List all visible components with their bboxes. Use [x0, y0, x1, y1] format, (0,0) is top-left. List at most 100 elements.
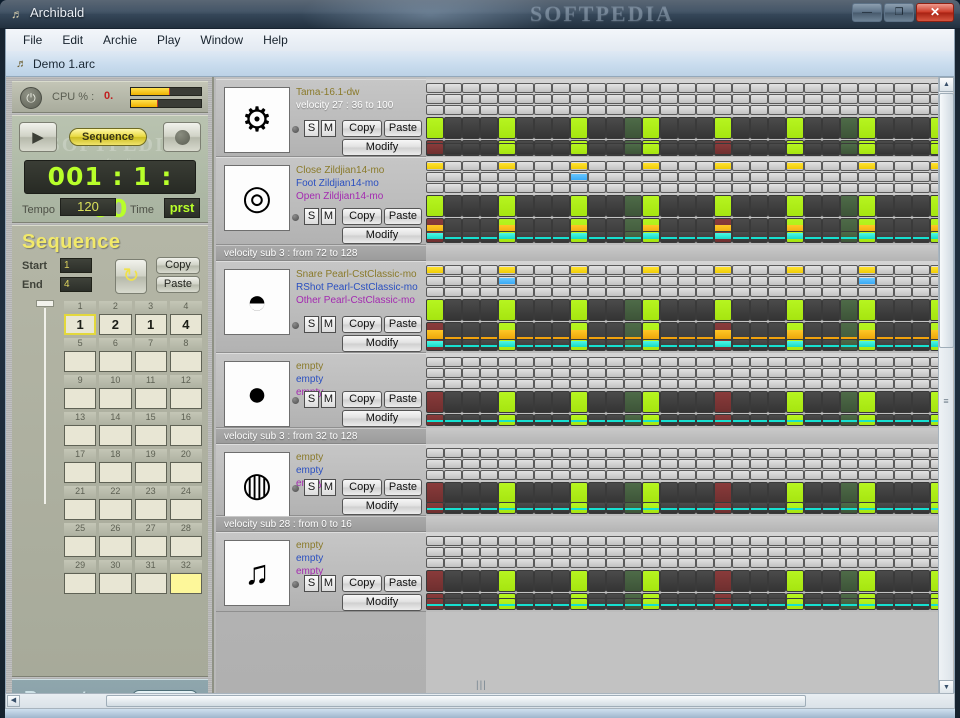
grid-cell[interactable]: [624, 482, 642, 504]
grid-cell[interactable]: [642, 172, 660, 182]
grid-cell[interactable]: [498, 357, 516, 367]
vertical-scrollbar[interactable]: ▲ ≡ ▼: [938, 77, 954, 695]
grid-cell[interactable]: [516, 265, 534, 275]
grid-cell[interactable]: [678, 357, 696, 367]
pattern-slot[interactable]: [134, 499, 167, 520]
grid-cell[interactable]: [858, 459, 876, 469]
grid-cell[interactable]: [750, 482, 768, 504]
grid-cell[interactable]: [822, 161, 840, 171]
grid-cell[interactable]: [588, 379, 606, 389]
grid-cell[interactable]: [876, 459, 894, 469]
grid-cell[interactable]: [588, 94, 606, 104]
grid-cell[interactable]: [480, 195, 498, 217]
grid-cell[interactable]: [678, 570, 696, 592]
grid-cell[interactable]: [840, 357, 858, 367]
grid-cell[interactable]: [552, 117, 570, 139]
grid-cell[interactable]: [678, 368, 696, 378]
sequence-slider-knob[interactable]: [36, 300, 54, 307]
grid-cell[interactable]: [642, 195, 660, 217]
grid-cell[interactable]: [732, 414, 750, 426]
grid-cell[interactable]: [606, 547, 624, 557]
grid-cell[interactable]: [534, 502, 552, 514]
grid-cell[interactable]: [624, 391, 642, 413]
grid-cell[interactable]: [606, 536, 624, 546]
grid-cell[interactable]: [588, 143, 606, 155]
grid-cell[interactable]: [894, 482, 912, 504]
grid-cell[interactable]: [588, 172, 606, 182]
grid-cell[interactable]: [894, 391, 912, 413]
grid-cell[interactable]: [786, 448, 804, 458]
grid-cell[interactable]: [606, 299, 624, 321]
grid-cell[interactable]: [732, 391, 750, 413]
grid-cell[interactable]: [678, 276, 696, 286]
grid-cell[interactable]: [786, 161, 804, 171]
grid-cell[interactable]: [462, 172, 480, 182]
grid-cell[interactable]: [804, 482, 822, 504]
grid-cell[interactable]: [426, 379, 444, 389]
grid-cell[interactable]: [822, 379, 840, 389]
grid-cell[interactable]: [660, 357, 678, 367]
grid-cell[interactable]: [750, 172, 768, 182]
grid-cell[interactable]: [570, 265, 588, 275]
grid-cell[interactable]: [552, 265, 570, 275]
grid-cell[interactable]: [606, 391, 624, 413]
grid-cell[interactable]: [858, 117, 876, 139]
grid-cell[interactable]: [858, 161, 876, 171]
pattern-slot[interactable]: [169, 499, 202, 520]
sequence-slider-track[interactable]: [44, 308, 46, 504]
grid-cell[interactable]: [588, 265, 606, 275]
scroll-left-button[interactable]: ◀: [7, 695, 20, 707]
grid-cell[interactable]: [624, 368, 642, 378]
grid-cell[interactable]: [444, 357, 462, 367]
instrument-modify-button[interactable]: Modify: [342, 227, 422, 244]
grid-cell[interactable]: [732, 276, 750, 286]
grid-cell[interactable]: [516, 161, 534, 171]
instrument-modify-button[interactable]: Modify: [342, 335, 422, 352]
grid-cell[interactable]: [588, 470, 606, 480]
grid-cell[interactable]: [552, 470, 570, 480]
grid-cell[interactable]: [804, 94, 822, 104]
grid-cell[interactable]: [840, 172, 858, 182]
grid-cell[interactable]: [876, 547, 894, 557]
grid-cell[interactable]: [678, 339, 696, 351]
grid-cell[interactable]: [876, 195, 894, 217]
grid-cell[interactable]: [462, 391, 480, 413]
grid-cell[interactable]: [642, 482, 660, 504]
grid-cell[interactable]: [750, 339, 768, 351]
grid-cell[interactable]: [552, 357, 570, 367]
grid-cell[interactable]: [534, 117, 552, 139]
grid-cell[interactable]: [462, 368, 480, 378]
grid-cell[interactable]: [462, 448, 480, 458]
grid-cell[interactable]: [912, 558, 930, 568]
grid-cell[interactable]: [750, 105, 768, 115]
grid-cell[interactable]: [570, 276, 588, 286]
grid-cell[interactable]: [840, 570, 858, 592]
grid-cell[interactable]: [426, 414, 444, 426]
grid-cell[interactable]: [912, 368, 930, 378]
grid-cell[interactable]: [606, 231, 624, 243]
grid-cell[interactable]: [444, 570, 462, 592]
grid-cell[interactable]: [642, 339, 660, 351]
grid-cell[interactable]: [876, 287, 894, 297]
grid-cell[interactable]: [426, 357, 444, 367]
grid-cell[interactable]: [552, 276, 570, 286]
grid-cell[interactable]: [858, 558, 876, 568]
grid-cell[interactable]: [462, 536, 480, 546]
grid-cell[interactable]: [822, 94, 840, 104]
grid-cell[interactable]: [750, 368, 768, 378]
grid-cell[interactable]: [912, 161, 930, 171]
grid-cell[interactable]: [444, 276, 462, 286]
grid-cell[interactable]: [876, 448, 894, 458]
pattern-slot[interactable]: [134, 536, 167, 557]
grid-cell[interactable]: [642, 502, 660, 514]
grid-cell[interactable]: [714, 339, 732, 351]
grid-cell[interactable]: [696, 368, 714, 378]
grid-cell[interactable]: [588, 391, 606, 413]
grid-cell[interactable]: [534, 414, 552, 426]
grid-cell[interactable]: [606, 448, 624, 458]
grid-cell[interactable]: [894, 570, 912, 592]
menu-item-play[interactable]: Play: [148, 30, 189, 50]
grid-cell[interactable]: [750, 379, 768, 389]
grid-cell[interactable]: [804, 231, 822, 243]
grid-cell[interactable]: [498, 117, 516, 139]
